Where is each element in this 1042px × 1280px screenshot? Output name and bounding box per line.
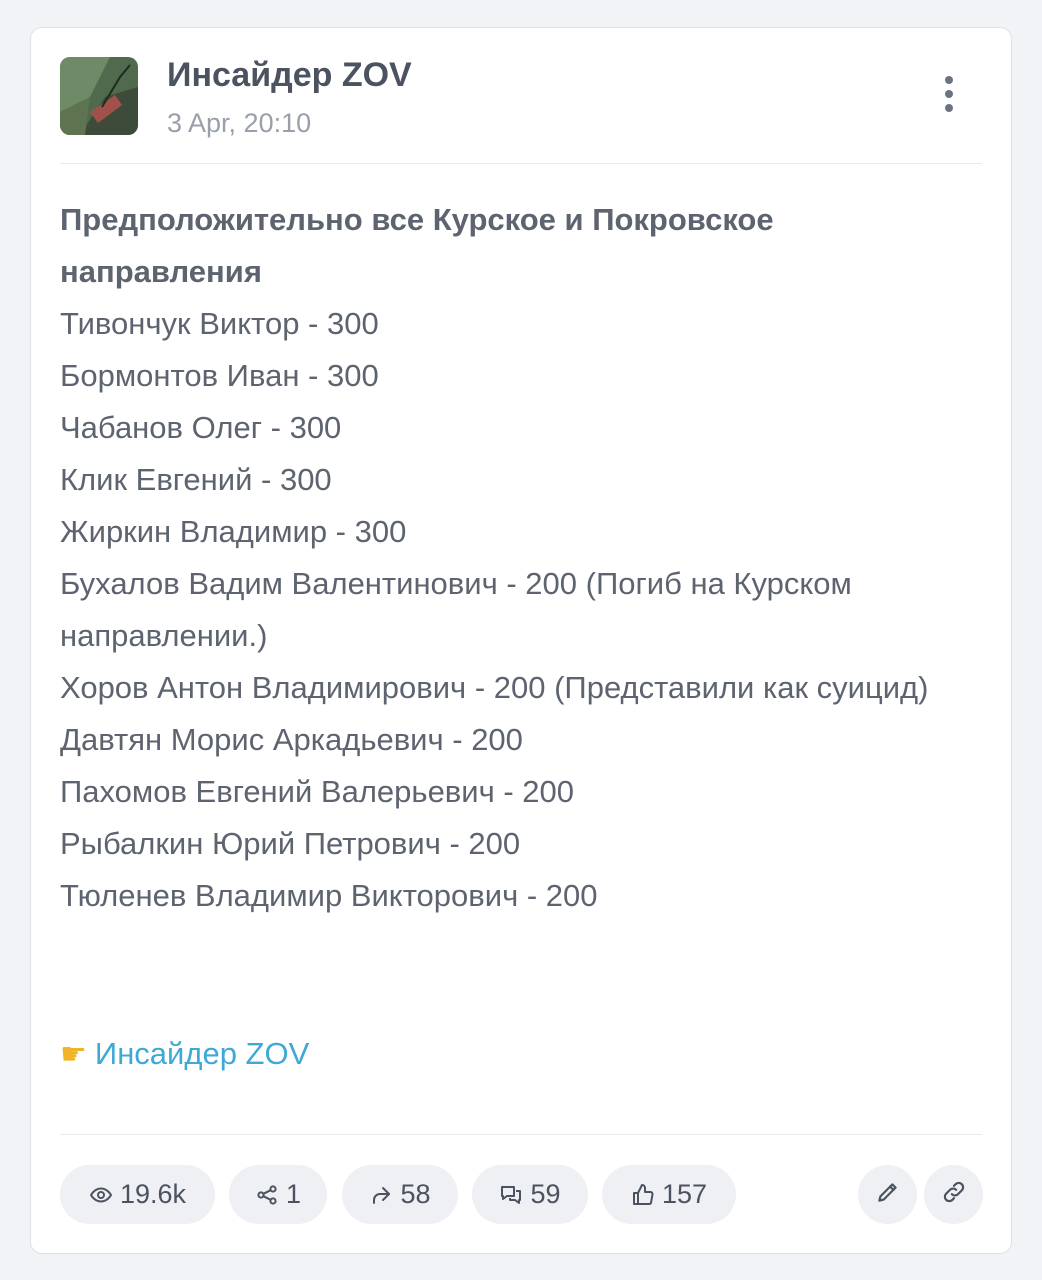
eye-icon	[89, 1183, 113, 1207]
forward-icon	[369, 1183, 393, 1207]
shares-count: 1	[285, 1179, 302, 1209]
list-item: Тивончук Виктор - 300	[60, 306, 379, 341]
comments-count: 59	[530, 1179, 561, 1209]
reactions-pill[interactable]: 157	[602, 1165, 736, 1224]
post-lead: Предположительно все Курское и Покровско…	[60, 202, 774, 289]
pencil-icon	[875, 1179, 901, 1210]
post-signature: ☛ Инсайдер ZOV	[60, 1028, 309, 1080]
footer-divider	[60, 1134, 982, 1135]
copy-link-button[interactable]	[924, 1165, 983, 1224]
post-card: Инсайдер ZOV 3 Apr, 20:10 Предположитель…	[30, 27, 1012, 1254]
channel-avatar[interactable]	[60, 57, 138, 135]
list-item: Тюленев Владимир Викторович - 200	[60, 878, 598, 913]
post-date[interactable]: 3 Apr, 20:10	[167, 108, 311, 139]
shares-pill[interactable]: 1	[229, 1165, 327, 1224]
header-divider	[60, 163, 982, 164]
link-icon	[941, 1179, 967, 1210]
comments-pill[interactable]: 59	[472, 1165, 588, 1224]
pointing-hand-icon: ☛	[60, 1038, 87, 1071]
forwards-count: 58	[400, 1179, 431, 1209]
more-options-button[interactable]	[929, 72, 969, 116]
channel-name[interactable]: Инсайдер ZOV	[167, 56, 412, 95]
list-item: Бухалов Вадим Валентинович - 200 (Погиб …	[60, 566, 852, 653]
list-item: Клик Евгений - 300	[60, 462, 332, 497]
list-item: Давтян Морис Аркадьевич - 200	[60, 722, 523, 757]
reactions-count: 157	[661, 1179, 708, 1209]
thumbs-up-icon	[631, 1183, 655, 1207]
views-count: 19.6k	[119, 1179, 187, 1209]
forwards-pill[interactable]: 58	[342, 1165, 458, 1224]
list-item: Хоров Антон Владимирович - 200 (Представ…	[60, 670, 929, 705]
share-icon	[255, 1183, 279, 1207]
list-item: Пахомов Евгений Валерьевич - 200	[60, 774, 575, 809]
post-text: Предположительно все Курское и Покровско…	[60, 194, 980, 922]
comments-icon	[499, 1183, 523, 1207]
channel-link[interactable]: Инсайдер ZOV	[95, 1036, 309, 1071]
edit-button[interactable]	[858, 1165, 917, 1224]
list-item: Рыбалкин Юрий Петрович - 200	[60, 826, 521, 861]
views-pill[interactable]: 19.6k	[60, 1165, 215, 1224]
list-item: Бормонтов Иван - 300	[60, 358, 379, 393]
list-item: Жиркин Владимир - 300	[60, 514, 407, 549]
list-item: Чабанов Олег - 300	[60, 410, 342, 445]
